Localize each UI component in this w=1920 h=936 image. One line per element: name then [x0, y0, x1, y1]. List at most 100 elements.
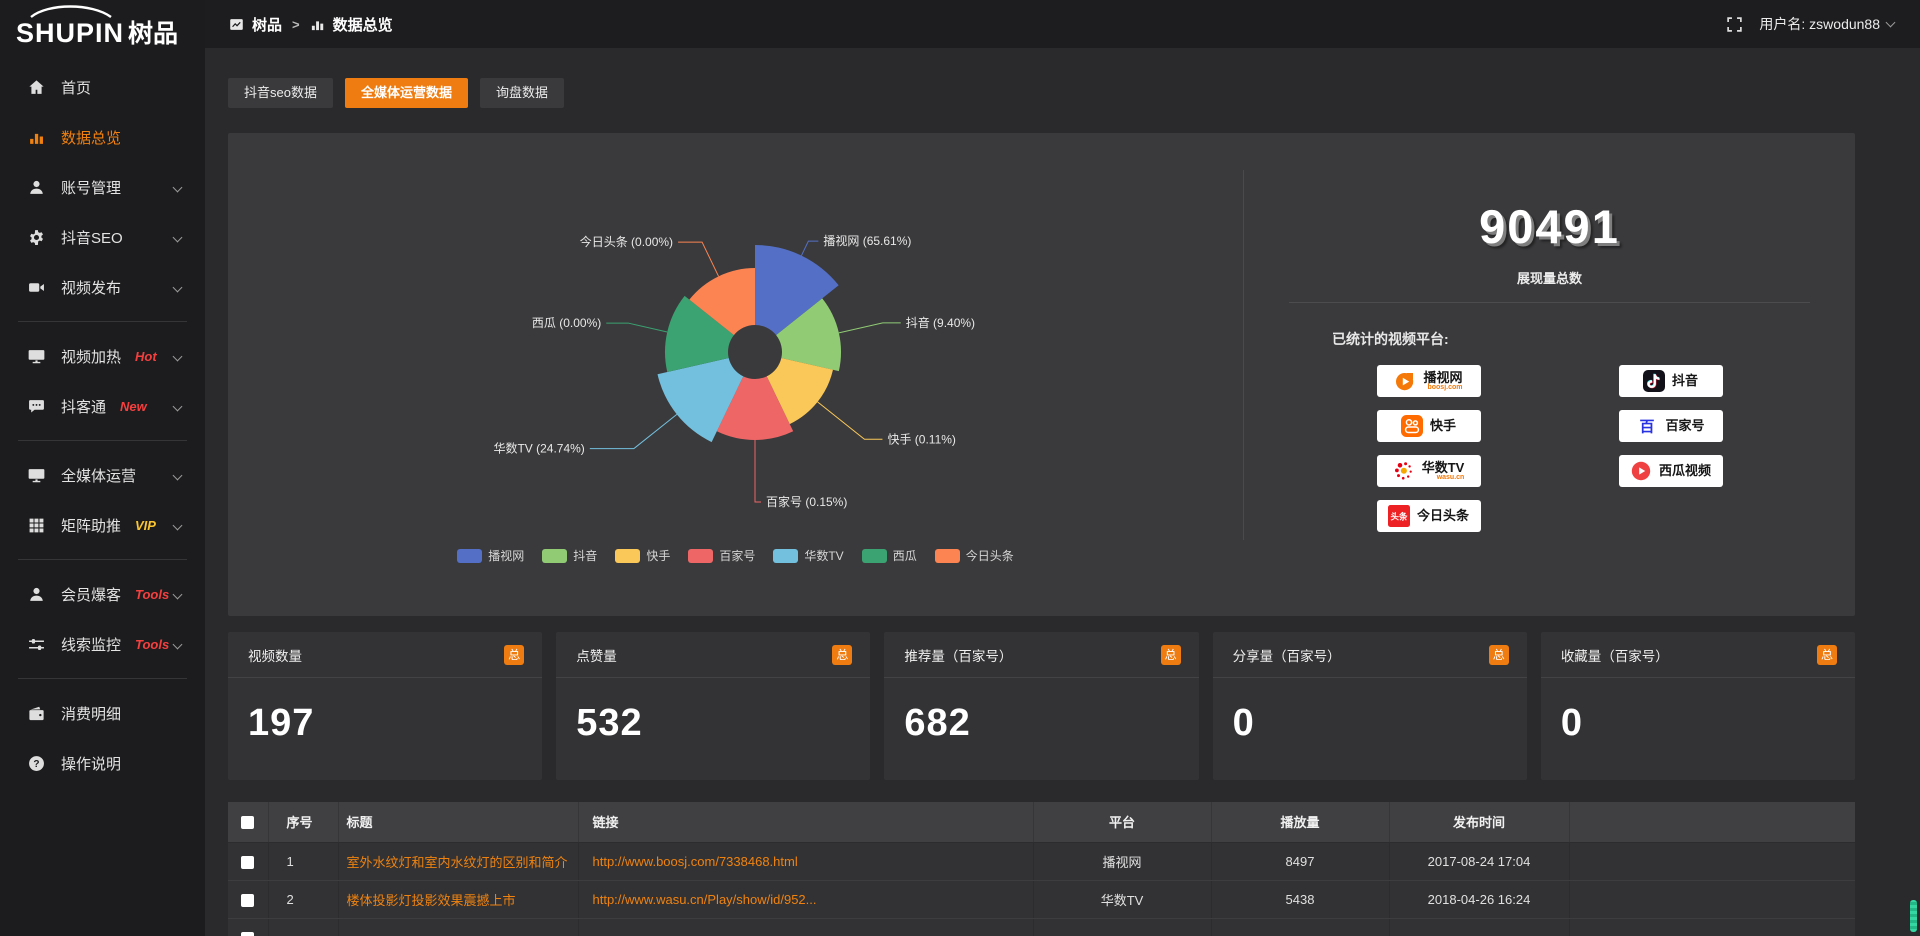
legend-swatch [542, 549, 567, 563]
stat-card-header: 点赞量总 [556, 632, 870, 678]
sidebar-item-首页[interactable]: 首页 [0, 62, 205, 112]
sidebar-item-badge: VIP [135, 518, 156, 533]
summary-divider [1289, 302, 1810, 303]
grid-icon [28, 517, 45, 534]
legend-item-抖音[interactable]: 抖音 [542, 547, 597, 564]
video-table: 序号标题链接平台播放量发布时间1室外水纹灯和室内水纹灯的区别和简介http://… [228, 802, 1855, 936]
pie-label: 抖音 (9.40%) [906, 315, 975, 330]
logo-arc [28, 5, 114, 18]
logo-text-en: SHUPIN [16, 18, 124, 48]
sidebar-item-badge: Tools [135, 637, 169, 652]
stat-card-value: 197 [228, 678, 542, 745]
cell-empty [338, 918, 578, 936]
scrollbar-thumb[interactable] [1910, 900, 1917, 932]
legend-item-快手[interactable]: 快手 [615, 547, 670, 564]
platform-badge-name: 快手 [1430, 419, 1456, 433]
question-icon: ? [28, 755, 45, 772]
sidebar-item-label: 抖客通 [61, 396, 106, 417]
legend-label: 快手 [646, 547, 670, 564]
pie-label: 快手 (0.11%) [887, 432, 955, 446]
stat-card-label: 收藏量（百家号） [1561, 645, 1669, 665]
legend-item-今日头条[interactable]: 今日头条 [935, 547, 1014, 564]
title-link[interactable]: 室外水纹灯和室内水纹灯的区别和简介 [347, 852, 578, 871]
table-row: 2楼体投影灯投影效果震撼上市http://www.wasu.cn/Play/sh… [228, 880, 1855, 918]
platform-badge-text: 快手 [1430, 419, 1456, 433]
select-all-checkbox[interactable] [241, 816, 254, 829]
main-content: 抖音seo数据全媒体运营数据询盘数据 播视网 (65.61%)抖音 (9.40%… [205, 48, 1920, 936]
sidebar-item-会员爆客[interactable]: 会员爆客Tools [0, 569, 205, 619]
sidebar-item-全媒体运营[interactable]: 全媒体运营 [0, 450, 205, 500]
sidebar-item-账号管理[interactable]: 账号管理 [0, 162, 205, 212]
sidebar-item-消费明细[interactable]: 消费明细 [0, 688, 205, 738]
cell-plays: 8497 [1211, 842, 1389, 880]
sidebar-item-label: 操作说明 [61, 753, 121, 774]
sliders-icon [28, 636, 45, 653]
legend-label: 抖音 [573, 547, 597, 564]
stat-card-header: 视频数量总 [228, 632, 542, 678]
platform-badge-今日头条: 头条今日头条 [1377, 500, 1481, 532]
tab-全媒体运营数据[interactable]: 全媒体运营数据 [345, 78, 468, 108]
stat-card-total-badge: 总 [832, 645, 852, 665]
sidebar-item-数据总览[interactable]: 数据总览 [0, 112, 205, 162]
pie-label: 西瓜 (0.00%) [532, 316, 601, 330]
douyin-logo-icon [1643, 370, 1665, 392]
tab-抖音seo数据[interactable]: 抖音seo数据 [228, 78, 333, 108]
gear-icon [28, 229, 45, 246]
row-checkbox[interactable] [241, 894, 254, 907]
legend-item-百家号[interactable]: 百家号 [688, 547, 755, 564]
sidebar-divider [18, 678, 187, 679]
sidebar-item-badge: Hot [135, 349, 157, 364]
title-link[interactable]: 楼体投影灯投影效果震撼上市 [347, 890, 578, 909]
rose-pie-chart: 播视网 (65.61%)抖音 (9.40%)快手 (0.11%)百家号 (0.1… [228, 133, 1243, 543]
url-link[interactable]: http://www.wasu.cn/Play/show/id/952... [593, 892, 1033, 907]
username-label: 用户名: zswodun88 [1759, 14, 1880, 34]
legend-item-华数TV[interactable]: 华数TV [773, 547, 843, 564]
kuaishou-logo-icon [1401, 415, 1423, 437]
sidebar-item-视频加热[interactable]: 视频加热 Hot [0, 331, 205, 381]
sidebar-item-label: 矩阵助推 [61, 515, 121, 536]
user-menu[interactable]: 用户名: zswodun88 [1759, 14, 1894, 34]
row-checkbox[interactable] [241, 856, 254, 869]
sidebar-item-矩阵助推[interactable]: 矩阵助推 VIP [0, 500, 205, 550]
sidebar-item-视频发布[interactable]: 视频发布 [0, 262, 205, 312]
pie-label-line [839, 323, 901, 333]
fullscreen-icon[interactable] [1726, 16, 1743, 33]
platform-badge-name: 百家号 [1665, 419, 1704, 433]
tab-询盘数据[interactable]: 询盘数据 [480, 78, 564, 108]
row-checkbox[interactable] [241, 932, 254, 936]
table-row-partial [228, 918, 1855, 936]
legend-swatch [935, 549, 960, 563]
sidebar-item-线索监控[interactable]: 线索监控Tools [0, 619, 205, 669]
logo-text-cn: 树品 [128, 20, 178, 48]
stat-card-label: 推荐量（百家号） [904, 645, 1012, 665]
sidebar-item-label: 首页 [61, 77, 91, 98]
platform-badge-百家号: 百百家号 [1619, 410, 1723, 442]
url-link[interactable]: http://www.boosj.com/7338468.html [593, 854, 1033, 869]
legend-swatch [688, 549, 713, 563]
chat-icon [28, 398, 45, 415]
sidebar-divider [18, 440, 187, 441]
cell-empty [1389, 918, 1569, 936]
wallet-icon [28, 705, 45, 722]
legend-item-播视网[interactable]: 播视网 [457, 547, 524, 564]
legend-swatch [457, 549, 482, 563]
sidebar-item-label: 视频加热 [61, 346, 121, 367]
legend-item-西瓜[interactable]: 西瓜 [862, 547, 917, 564]
total-impressions-value: 90491 [1244, 203, 1855, 250]
monitor-icon [28, 467, 45, 484]
user-icon [28, 179, 45, 196]
wasu-logo-icon [1393, 460, 1415, 482]
app-logo[interactable]: SHUPIN树品 [0, 0, 205, 62]
chevron-down-icon [1886, 18, 1896, 28]
svg-text:?: ? [33, 758, 39, 769]
video-table-wrap: 序号标题链接平台播放量发布时间1室外水纹灯和室内水纹灯的区别和简介http://… [228, 802, 1855, 936]
stat-card-收藏量（百家号）: 收藏量（百家号）总0 [1541, 632, 1855, 780]
sidebar-item-操作说明[interactable]: ? 操作说明 [0, 738, 205, 788]
sidebar-item-抖客通[interactable]: 抖客通New [0, 381, 205, 431]
baijiahao-logo-icon: 百 [1636, 415, 1658, 437]
summary-zone: 90491 展现量总数 已统计的视频平台: 播视网boosj.com抖音快手百百… [1244, 133, 1855, 616]
row-checkbox-cell [228, 842, 268, 880]
sidebar-item-抖音SEO[interactable]: 抖音SEO [0, 212, 205, 262]
legend-swatch [862, 549, 887, 563]
breadcrumb-home[interactable]: 树品 [252, 14, 282, 35]
